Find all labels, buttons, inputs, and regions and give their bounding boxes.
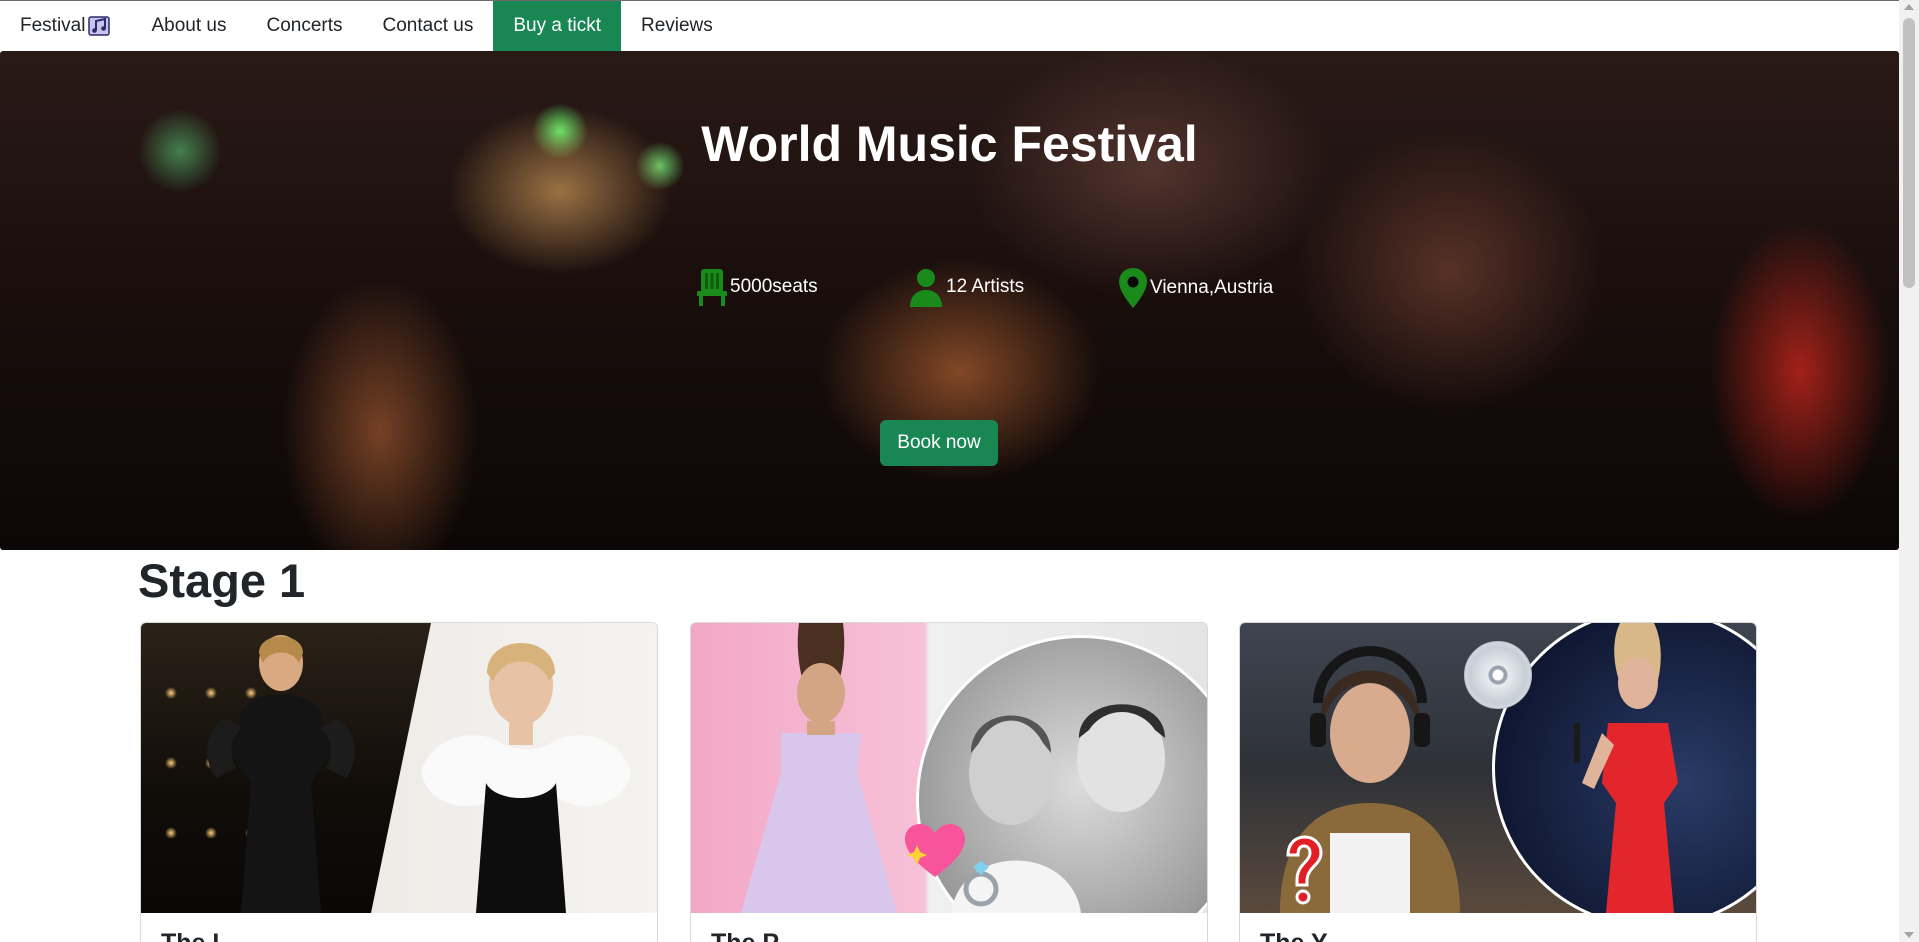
brand-label: Festival xyxy=(20,15,86,36)
performer-figure-icon xyxy=(1574,623,1678,913)
hero-title: World Music Festival xyxy=(701,116,1198,172)
question-mark-icon xyxy=(1286,835,1323,905)
singer-figure-icon xyxy=(207,635,355,913)
nav-buy-ticket[interactable]: Buy a tickt xyxy=(493,1,621,51)
artist-card[interactable]: The L xyxy=(140,622,658,942)
scroll-up-arrow-icon[interactable] xyxy=(1904,4,1914,10)
book-now-button[interactable]: Book now xyxy=(880,420,998,466)
stat-artists-text: 12 Artists xyxy=(946,276,1025,297)
artist-card-image xyxy=(691,623,1207,913)
stat-artists: 12 Artists xyxy=(908,267,1024,307)
artist-card-title: The L xyxy=(161,929,228,942)
artist-card-image xyxy=(141,623,657,913)
artist-card-title: The Y xyxy=(1260,929,1328,942)
stat-seats: 5000seats xyxy=(696,267,818,307)
sparkle-heart-icon xyxy=(905,824,965,877)
brand-link[interactable]: Festival xyxy=(0,1,131,51)
artist-card[interactable]: The Y xyxy=(1239,622,1757,942)
portrait-figure-icon xyxy=(421,643,631,913)
nav-concerts[interactable]: Concerts xyxy=(246,1,362,51)
person-icon xyxy=(910,269,942,307)
scroll-thumb[interactable] xyxy=(1903,18,1915,288)
nav-about-us[interactable]: About us xyxy=(131,1,246,51)
artist-card-title: The P xyxy=(711,929,779,942)
stat-location-text: Vienna,Austria xyxy=(1150,277,1274,298)
scroll-down-arrow-icon[interactable] xyxy=(1904,932,1914,938)
nav-contact-us[interactable]: Contact us xyxy=(363,1,494,51)
top-navbar: Festival About us Concerts Contact us Bu… xyxy=(0,0,1899,51)
stat-seats-text: 5000seats xyxy=(730,276,818,297)
cd-disc-icon xyxy=(1464,641,1532,709)
stat-location: Vienna,Austria xyxy=(1118,267,1273,309)
nav-reviews[interactable]: Reviews xyxy=(621,1,733,51)
stage-title: Stage 1 xyxy=(138,554,306,607)
artist-card[interactable]: The P xyxy=(690,622,1208,942)
location-pin-icon xyxy=(1119,268,1147,308)
music-note-icon xyxy=(88,16,111,36)
page-scrollbar[interactable] xyxy=(1899,0,1919,942)
artist-card-image xyxy=(1240,623,1756,913)
ring-icon xyxy=(963,861,999,907)
seat-icon xyxy=(697,269,727,306)
hero-banner: World Music Festival 5000seats 12 Artist… xyxy=(0,51,1899,550)
singer-figure-icon xyxy=(741,623,897,913)
